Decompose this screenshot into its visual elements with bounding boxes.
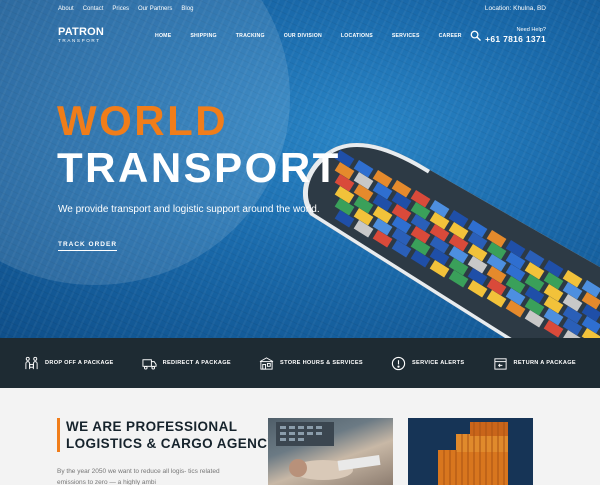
nav-locations[interactable]: LOCATIONS xyxy=(341,33,373,39)
service-label: STORE HOURS & SERVICES xyxy=(280,360,363,366)
service-label: SERVICE ALERTS xyxy=(412,360,465,366)
service-store-hours[interactable]: STORE HOURS & SERVICES xyxy=(259,356,363,371)
top-bar: About Contact Prices Our Partners Blog L… xyxy=(0,0,600,20)
main-nav: HOME SHIPPING TRACKING OUR DIVISION LOCA… xyxy=(155,33,481,39)
services-bar: DROP OFF A PACKAGE REDIRECT A PACKAGE ST… xyxy=(0,338,600,388)
containers-photo xyxy=(408,418,533,485)
service-label: RETURN A PACKAGE xyxy=(513,360,576,366)
store-icon xyxy=(259,356,274,370)
nav-tracking[interactable]: TRACKING xyxy=(236,33,265,39)
location-text: Location: Khulna, BD xyxy=(484,5,546,12)
service-redirect[interactable]: REDIRECT A PACKAGE xyxy=(142,356,231,371)
top-links: About Contact Prices Our Partners Blog xyxy=(58,6,193,12)
service-label: REDIRECT A PACKAGE xyxy=(162,360,231,366)
nav-home[interactable]: HOME xyxy=(155,33,171,39)
service-label: DROP OFF A PACKAGE xyxy=(45,360,114,366)
toplink-about[interactable]: About xyxy=(58,6,74,12)
office-photo-illustration xyxy=(276,422,381,480)
logo-line2: TRANSPORT xyxy=(58,38,101,43)
toplink-prices[interactable]: Prices xyxy=(112,6,129,12)
hero-subtitle: We provide transport and logistic suppor… xyxy=(58,204,320,215)
toplink-partners[interactable]: Our Partners xyxy=(138,6,172,12)
hero-section: About Contact Prices Our Partners Blog L… xyxy=(0,0,600,338)
office-photo xyxy=(268,418,393,485)
about-paragraph: By the year 2050 we want to reduce all l… xyxy=(57,468,220,485)
return-box-icon xyxy=(493,357,507,370)
help-contact[interactable]: Need Help? +61 7816 1371 xyxy=(485,27,546,45)
truck-icon xyxy=(142,358,157,370)
nav-services[interactable]: SERVICES xyxy=(392,33,420,39)
service-alerts[interactable]: SERVICE ALERTS xyxy=(391,356,464,371)
nav-shipping[interactable]: SHIPPING xyxy=(190,33,216,39)
search-icon[interactable] xyxy=(470,30,481,41)
hero-title-line1: WORLD xyxy=(57,97,229,144)
toplink-contact[interactable]: Contact xyxy=(83,6,104,12)
nav-career[interactable]: CAREER xyxy=(439,33,462,39)
hero-title-line2: TRANSPORT xyxy=(57,144,341,191)
logo[interactable]: PATRON TRANSPORT xyxy=(58,27,104,44)
heading-accent-bar xyxy=(57,418,60,452)
help-label: Need Help? xyxy=(516,27,546,33)
about-heading: WE ARE PROFESSIONAL LOGISTICS & CARGO AG… xyxy=(66,418,277,452)
people-package-icon xyxy=(25,356,38,369)
alert-icon xyxy=(391,356,406,370)
about-heading-line1: WE ARE PROFESSIONAL xyxy=(66,419,238,434)
about-heading-line2: LOGISTICS & CARGO AGENCY xyxy=(66,436,277,451)
container-ship-image xyxy=(302,142,600,338)
service-drop-off[interactable]: DROP OFF A PACKAGE xyxy=(24,356,114,371)
service-return[interactable]: RETURN A PACKAGE xyxy=(493,356,576,371)
track-order-button[interactable]: TRACK ORDER xyxy=(58,241,118,251)
nav-our-division[interactable]: OUR DIVISION xyxy=(284,33,322,39)
toplink-blog[interactable]: Blog xyxy=(181,6,193,12)
help-phone[interactable]: +61 7816 1371 xyxy=(485,34,546,45)
containers-photo-illustration xyxy=(408,418,533,485)
logo-line1: PATRON xyxy=(58,26,105,38)
